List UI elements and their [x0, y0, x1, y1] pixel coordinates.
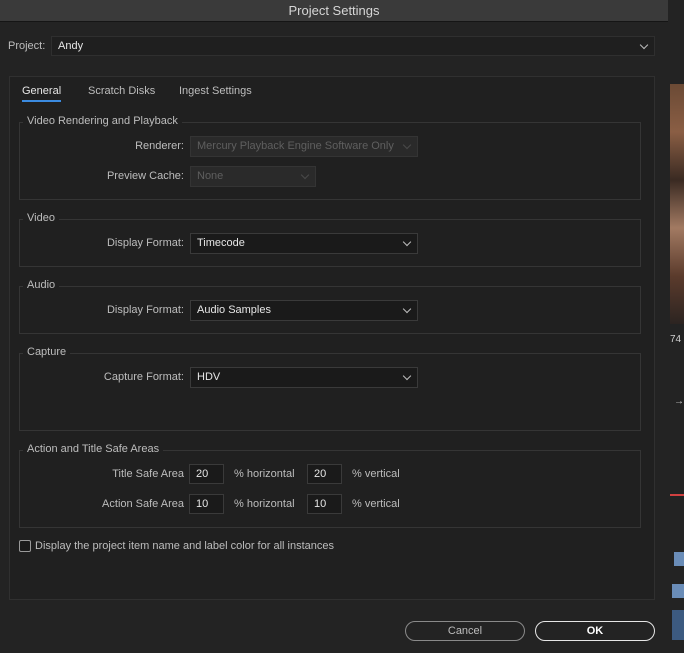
project-settings-dialog: Project Settings Project: Andy General S…	[0, 0, 668, 653]
title-safe-vertical-unit: % vertical	[352, 468, 400, 480]
preview-cache-dropdown: None	[190, 166, 316, 187]
action-safe-vertical-unit: % vertical	[352, 498, 400, 510]
tab-general[interactable]: General	[22, 85, 61, 97]
label-color-checkbox-label: Display the project item name and label …	[35, 540, 334, 552]
action-safe-vertical-input[interactable]: 10	[307, 494, 342, 514]
capture-group-title: Capture	[23, 346, 71, 358]
chevron-down-icon	[300, 170, 310, 180]
safe-areas-group-title: Action and Title Safe Areas	[23, 443, 164, 455]
ok-button[interactable]: OK	[535, 621, 655, 641]
rendering-group-title: Video Rendering and Playback	[23, 115, 182, 127]
chevron-down-icon	[402, 237, 412, 247]
renderer-dropdown: Mercury Playback Engine Software Only	[190, 136, 418, 157]
project-value: Andy	[58, 40, 84, 52]
preview-cache-value: None	[197, 170, 224, 182]
preview-cache-label: Preview Cache:	[106, 170, 184, 182]
title-safe-vertical-input[interactable]: 20	[307, 464, 342, 484]
action-safe-label: Action Safe Area	[102, 498, 184, 510]
renderer-label: Renderer:	[135, 140, 184, 152]
label-color-checkbox[interactable]	[19, 540, 31, 552]
safe-areas-group	[19, 450, 641, 528]
chevron-down-icon	[402, 304, 412, 314]
cancel-button[interactable]: Cancel	[405, 621, 525, 641]
video-display-format-label: Display Format:	[106, 237, 184, 249]
audio-display-format-label: Display Format:	[106, 304, 184, 316]
tab-ingest-settings[interactable]: Ingest Settings	[179, 85, 252, 97]
background-clip	[672, 584, 684, 598]
background-timecode-fragment: 74	[670, 334, 682, 345]
audio-display-format-value: Audio Samples	[197, 304, 271, 316]
action-safe-horizontal-input[interactable]: 10	[189, 494, 224, 514]
background-clip	[674, 552, 684, 566]
background-playhead-line	[670, 494, 684, 496]
video-display-format-value: Timecode	[197, 237, 245, 249]
capture-format-value: HDV	[197, 371, 221, 383]
action-safe-horizontal-unit: % horizontal	[234, 498, 295, 510]
dialog-title: Project Settings	[288, 3, 380, 18]
project-dropdown[interactable]: Andy	[51, 36, 655, 56]
title-safe-horizontal-input[interactable]: 20	[189, 464, 224, 484]
background-arrow-icon: →	[674, 396, 684, 407]
chevron-down-icon	[639, 40, 649, 50]
title-safe-label: Title Safe Area	[112, 468, 184, 480]
active-tab-indicator	[22, 100, 61, 102]
chevron-down-icon	[402, 371, 412, 381]
video-display-format-dropdown[interactable]: Timecode	[190, 233, 418, 254]
background-video-preview	[670, 84, 684, 324]
capture-format-dropdown[interactable]: HDV	[190, 367, 418, 388]
background-clip	[672, 610, 684, 640]
chevron-down-icon	[402, 140, 412, 150]
capture-format-label: Capture Format:	[103, 371, 184, 383]
renderer-value: Mercury Playback Engine Software Only	[197, 140, 394, 152]
tab-scratch-disks[interactable]: Scratch Disks	[88, 85, 155, 97]
video-group-title: Video	[23, 212, 59, 224]
capture-group	[19, 353, 641, 431]
rendering-group	[19, 122, 641, 200]
project-label: Project:	[8, 40, 46, 52]
audio-display-format-dropdown[interactable]: Audio Samples	[190, 300, 418, 321]
title-safe-horizontal-unit: % horizontal	[234, 468, 295, 480]
audio-group-title: Audio	[23, 279, 60, 291]
